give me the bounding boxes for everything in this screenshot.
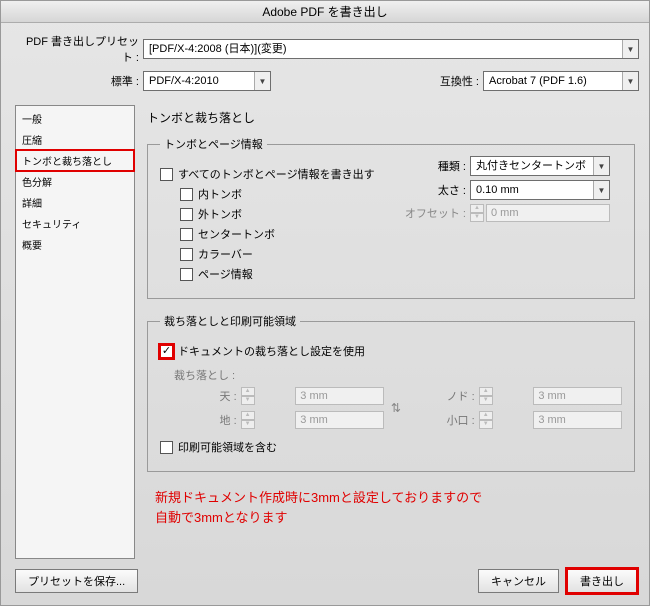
sidebar-item-summary[interactable]: 概要 xyxy=(16,234,134,255)
type-label: 種類 : xyxy=(400,158,466,174)
bleed-outside-input: 3 mm xyxy=(533,411,622,429)
sidebar-item-marks-bleeds[interactable]: トンボと裁ち落とし xyxy=(16,150,134,171)
preset-value: [PDF/X-4:2008 (日本)](変更) xyxy=(144,40,622,58)
reg-marks-label: センタートンボ xyxy=(198,226,275,242)
checkbox-bleed-marks[interactable] xyxy=(180,208,193,221)
sidebar-item-advanced[interactable]: 詳細 xyxy=(16,192,134,213)
bleed-label: 裁ち落とし : xyxy=(174,367,622,383)
standard-select[interactable]: PDF/X-4:2010 ▼ xyxy=(143,71,271,91)
use-doc-bleed-label: ドキュメントの裁ち落とし設定を使用 xyxy=(178,343,365,359)
preset-label: PDF 書き出しプリセット : xyxy=(15,33,139,65)
bleed-group: 裁ち落としと印刷可能領域 ドキュメントの裁ち落とし設定を使用 裁ち落とし : 天… xyxy=(147,313,635,472)
checkbox-include-slug[interactable] xyxy=(160,441,173,454)
bleed-top-input: 3 mm xyxy=(295,387,384,405)
chevron-down-icon: ▼ xyxy=(593,157,609,175)
bleed-outside-stepper: ▲▼ xyxy=(479,411,493,429)
compat-label: 互換性 : xyxy=(440,73,479,89)
marks-legend: トンボとページ情報 xyxy=(160,136,267,152)
chevron-down-icon: ▼ xyxy=(593,181,609,199)
bleed-legend: 裁ち落としと印刷可能領域 xyxy=(160,313,300,329)
bleed-inside-stepper: ▲▼ xyxy=(479,387,493,405)
checkbox-all-marks[interactable] xyxy=(160,168,173,181)
weight-label: 太さ : xyxy=(400,182,466,198)
weight-select[interactable]: 0.10 mm ▼ xyxy=(470,180,610,200)
link-icon: ⇅ xyxy=(388,390,404,426)
checkbox-crop-marks[interactable] xyxy=(180,188,193,201)
type-select[interactable]: 丸付きセンタートンボ ▼ xyxy=(470,156,610,176)
offset-input: 0 mm xyxy=(486,204,610,222)
chevron-down-icon: ▼ xyxy=(622,72,638,90)
crop-marks-label: 内トンボ xyxy=(198,186,242,202)
bleed-bottom-label: 地 : xyxy=(174,412,237,428)
bleed-bottom-stepper: ▲▼ xyxy=(241,411,255,429)
checkbox-use-doc-bleed[interactable] xyxy=(160,345,173,358)
compat-select[interactable]: Acrobat 7 (PDF 1.6) ▼ xyxy=(483,71,639,91)
all-marks-label: すべてのトンボとページ情報を書き出す xyxy=(178,166,375,182)
chevron-down-icon: ▼ xyxy=(254,72,270,90)
checkbox-reg-marks[interactable] xyxy=(180,228,193,241)
window-title: Adobe PDF を書き出し xyxy=(1,1,649,23)
standard-label: 標準 : xyxy=(15,73,139,89)
compat-value: Acrobat 7 (PDF 1.6) xyxy=(484,72,622,90)
save-preset-button[interactable]: プリセットを保存... xyxy=(15,569,138,593)
checkbox-page-info[interactable] xyxy=(180,268,193,281)
sidebar-item-compression[interactable]: 圧縮 xyxy=(16,129,134,150)
bleed-bottom-input: 3 mm xyxy=(295,411,384,429)
weight-value: 0.10 mm xyxy=(471,181,593,199)
color-bars-label: カラーバー xyxy=(198,246,253,262)
sidebar-item-general[interactable]: 一般 xyxy=(16,108,134,129)
panel-heading: トンボと裁ち落とし xyxy=(147,109,635,126)
cancel-button[interactable]: キャンセル xyxy=(478,569,559,593)
bleed-marks-label: 外トンボ xyxy=(198,206,242,222)
chevron-down-icon: ▼ xyxy=(622,40,638,58)
preset-select[interactable]: [PDF/X-4:2008 (日本)](変更) ▼ xyxy=(143,39,639,59)
sidebar-item-output[interactable]: 色分解 xyxy=(16,171,134,192)
bleed-inside-input: 3 mm xyxy=(533,387,622,405)
offset-stepper: ▲▼ xyxy=(470,204,484,222)
standard-value: PDF/X-4:2010 xyxy=(144,72,254,90)
checkbox-color-bars[interactable] xyxy=(180,248,193,261)
include-slug-label: 印刷可能領域を含む xyxy=(178,439,277,455)
sidebar: 一般 圧縮 トンボと裁ち落とし 色分解 詳細 セキュリティ 概要 xyxy=(15,105,135,559)
type-value: 丸付きセンタートンボ xyxy=(471,157,593,175)
sidebar-item-security[interactable]: セキュリティ xyxy=(16,213,134,234)
offset-label: オフセット : xyxy=(400,205,466,221)
page-info-label: ページ情報 xyxy=(198,266,253,282)
export-button[interactable]: 書き出し xyxy=(567,569,637,593)
annotation-text: 新規ドキュメント作成時に3mmと設定しておりますので 自動で3mmとなります xyxy=(155,488,635,527)
bleed-outside-label: 小口 : xyxy=(412,412,475,428)
bleed-top-stepper: ▲▼ xyxy=(241,387,255,405)
bleed-inside-label: ノド : xyxy=(412,388,475,404)
bleed-top-label: 天 : xyxy=(174,388,237,404)
marks-group: トンボとページ情報 すべてのトンボとページ情報を書き出す 内トンボ 外トンボ セ… xyxy=(147,136,635,299)
